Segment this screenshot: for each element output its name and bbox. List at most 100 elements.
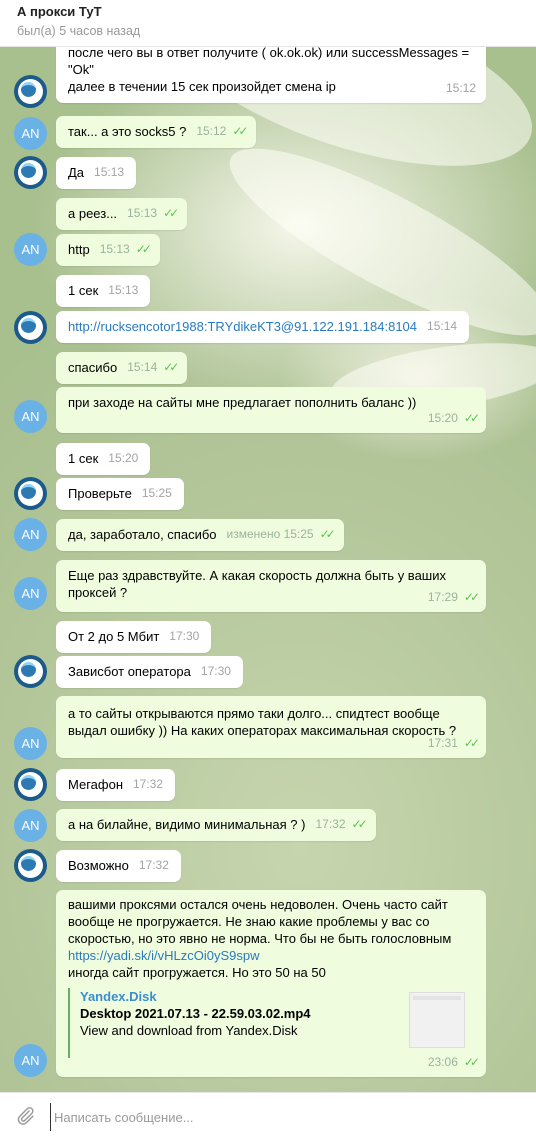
message-bubble[interactable]: да, заработало, спасибо изменено 15:25 ✓✓: [56, 519, 344, 551]
message-time: 15:13: [99, 242, 130, 256]
message-bubble[interactable]: а реез... 15:13 ✓✓: [56, 198, 188, 230]
double-check-icon: ✓✓: [463, 1055, 480, 1069]
message-text: вообще не прогружается. Не знаю какие пр…: [68, 914, 430, 929]
message-text: Проверьте: [68, 486, 132, 501]
yandex-disk-link[interactable]: https://yadi.sk/i/vHLzcOi0yS9spw: [68, 948, 259, 963]
message-time: 17:29: [427, 590, 458, 604]
message-text: От 2 до 5 Мбит: [68, 629, 160, 644]
message-bubble[interactable]: 1 сек 15:13: [56, 275, 151, 307]
message-bubble[interactable]: Проверьте 15:25: [56, 478, 184, 510]
message-text: далее в течении 15 сек произойдет смена …: [68, 79, 336, 94]
user-avatar[interactable]: AN: [14, 400, 47, 433]
message-time: 15:13: [94, 165, 125, 179]
message-time: 15:25: [141, 486, 172, 500]
message-bubble[interactable]: а на билайне, видимо минимальная ? ) 17:3…: [56, 809, 376, 841]
message-text: а на билайне, видимо минимальная ? ): [68, 817, 306, 832]
message-time: 15:20: [427, 411, 458, 425]
message-bubble[interactable]: Еще раз здравствуйте. А какая скорость д…: [56, 560, 486, 612]
bot-avatar[interactable]: [14, 311, 47, 344]
message-text: спасибо: [68, 360, 118, 375]
double-check-icon: ✓✓: [135, 242, 152, 256]
user-avatar[interactable]: AN: [14, 117, 47, 150]
message-bubble[interactable]: Возможно 17:32: [56, 850, 181, 882]
message-time: 17:32: [315, 817, 346, 831]
chat-title[interactable]: А прокси ТуТ: [17, 4, 102, 19]
message-meta: 15:20 ✓✓: [427, 410, 480, 427]
user-avatar[interactable]: AN: [14, 233, 47, 266]
message-meta: 23:06 ✓✓: [427, 1054, 480, 1071]
bot-avatar[interactable]: [14, 75, 47, 108]
message-text: Еще раз здравствуйте. А какая скорость д…: [68, 568, 446, 583]
message-bubble[interactable]: а то сайты открываются прямо таки долго.…: [56, 696, 486, 758]
bot-avatar[interactable]: [14, 768, 47, 801]
message-bubble[interactable]: Да 15:13: [56, 157, 137, 189]
message-bubble[interactable]: вашими проксями остался очень недоволен.…: [56, 890, 486, 1077]
message-bubble[interactable]: после чего вы в ответ получите ( ok.ok.o…: [56, 47, 486, 103]
double-check-icon: ✓✓: [163, 206, 179, 220]
link-preview[interactable]: Yandex.Disk Desktop 2021.07.13 - 22.59.0…: [68, 988, 473, 1058]
message-bubble[interactable]: Зависбот оператора 17:30: [56, 656, 243, 688]
message-text: после чего вы в ответ получите ( ok.ok.o…: [68, 47, 470, 77]
double-check-icon: ✓✓: [463, 736, 480, 750]
message-meta: 15:12 ✓✓: [196, 123, 248, 140]
message-text: 1 сек: [68, 451, 99, 466]
message-time: 15:14: [427, 319, 458, 333]
bot-avatar[interactable]: [14, 156, 47, 189]
message-text: проксей ?: [68, 585, 128, 600]
user-avatar[interactable]: AN: [14, 727, 47, 760]
message-text: иногда сайт прогружается. Но это 50 на 5…: [68, 965, 326, 980]
message-time: 17:32: [133, 777, 164, 791]
bot-avatar[interactable]: [14, 849, 47, 882]
chat-header[interactable]: А прокси ТуТ был(а) 5 часов назад: [0, 0, 536, 47]
proxy-link[interactable]: http://rucksencotor1988:TRYdikeKT3@91.12…: [68, 319, 417, 334]
bot-avatar[interactable]: [14, 655, 47, 688]
message-bubble[interactable]: так... а это socks5 ? 15:12 ✓✓: [56, 116, 257, 148]
message-time: 15:13: [127, 206, 158, 220]
message-bubble[interactable]: 1 сек 15:20: [56, 443, 151, 475]
message-text: а то сайты открываются прямо таки долго.…: [68, 706, 440, 721]
message-time: 15:12: [196, 124, 227, 138]
message-time: 17:32: [138, 858, 169, 872]
message-time: 15:20: [108, 451, 139, 465]
message-text: а реез...: [68, 206, 118, 221]
message-bubble[interactable]: при заходе на сайты мне предлагает попол…: [56, 387, 486, 433]
double-check-icon: ✓✓: [319, 527, 336, 541]
double-check-icon: ✓✓: [351, 817, 368, 831]
user-avatar[interactable]: AN: [14, 1044, 47, 1077]
user-avatar[interactable]: AN: [14, 518, 47, 551]
message-text: выдал ошибку )) На каких операторах макс…: [68, 723, 457, 738]
double-check-icon: ✓✓: [463, 411, 480, 425]
message-text: вашими проксями остался очень недоволен.…: [68, 897, 448, 912]
message-text: Возможно: [68, 858, 129, 873]
message-text: 1 сек: [68, 283, 99, 298]
message-text: Мегафон: [68, 777, 123, 792]
message-meta: 15:13 ✓✓: [99, 241, 152, 258]
message-meta: 17:32 ✓✓: [315, 816, 368, 833]
message-time: 23:06: [427, 1055, 458, 1069]
message-time: 15:13: [108, 283, 139, 297]
message-bubble[interactable]: http://rucksencotor1988:TRYdikeKT3@91.12…: [56, 311, 470, 343]
message-meta: изменено 15:25 ✓✓: [227, 526, 336, 543]
message-time: 17:30: [169, 629, 200, 643]
double-check-icon: ✓✓: [463, 590, 480, 604]
message-meta: 17:29 ✓✓: [427, 589, 480, 606]
message-text: так... а это socks5 ?: [68, 124, 187, 139]
message-meta: 15:14 ✓✓: [127, 359, 179, 376]
user-avatar[interactable]: AN: [14, 577, 47, 610]
message-bubble[interactable]: От 2 до 5 Мбит 17:30: [56, 621, 212, 653]
bot-avatar[interactable]: [14, 477, 47, 510]
message-bubble[interactable]: Мегафон 17:32: [56, 769, 176, 801]
message-bubble[interactable]: спасибо 15:14 ✓✓: [56, 352, 188, 384]
message-text: при заходе на сайты мне предлагает попол…: [68, 395, 417, 410]
message-text: Зависбот оператора: [68, 664, 191, 679]
message-input[interactable]: [50, 1103, 526, 1131]
message-list[interactable]: после чего вы в ответ получите ( ok.ok.o…: [0, 47, 536, 1092]
message-bubble[interactable]: http 15:13 ✓✓: [56, 234, 160, 266]
message-text: http: [68, 242, 90, 257]
user-avatar[interactable]: AN: [14, 809, 47, 842]
message-text: да, заработало, спасибо: [68, 527, 217, 542]
chat-status: был(а) 5 часов назад: [17, 24, 141, 38]
message-meta: 17:31 ✓✓: [428, 735, 480, 752]
preview-thumbnail[interactable]: [409, 992, 465, 1048]
paperclip-icon[interactable]: [14, 1105, 36, 1127]
